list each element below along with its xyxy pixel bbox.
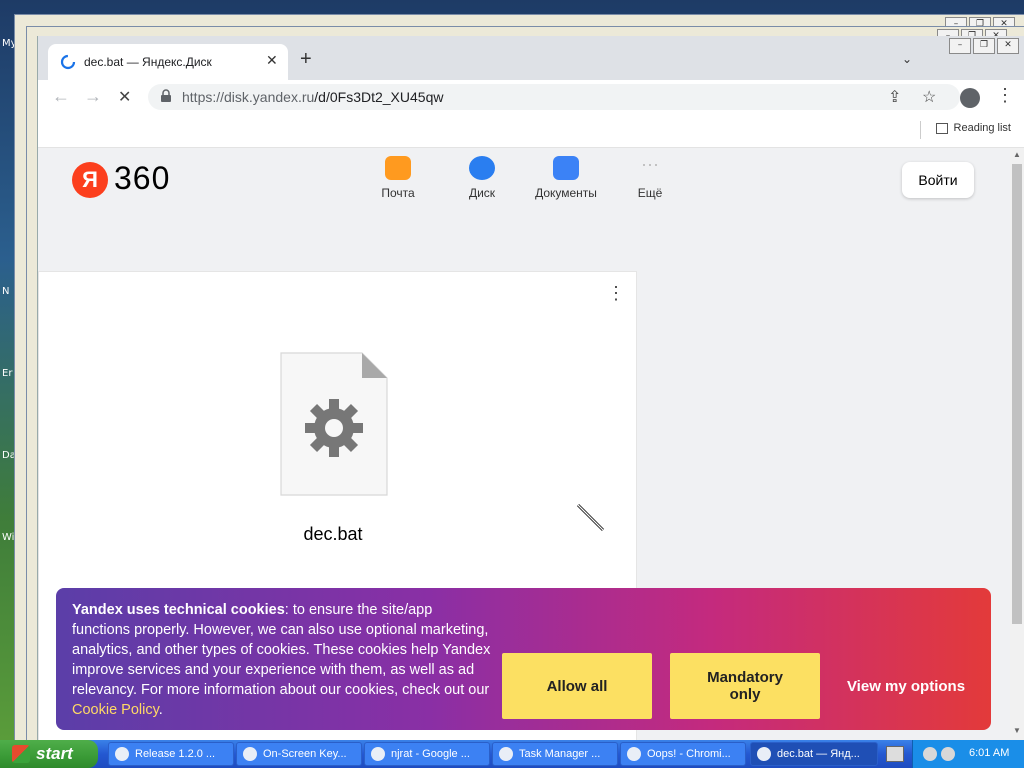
taskbar-item-label: Task Manager ...	[519, 748, 601, 760]
reading-list-button[interactable]: Reading list	[935, 122, 1011, 134]
start-button[interactable]: start	[0, 740, 98, 768]
browser-menu-icon[interactable]: ⋮	[996, 86, 1014, 104]
taskbar-item[interactable]: On-Screen Key...	[236, 742, 362, 766]
loading-spinner-icon	[60, 54, 76, 70]
browser-toolbar: ← → ✕ https://disk.yandex.ru/d/0Fs3Dt2_X…	[38, 80, 1024, 116]
mandatory-only-button[interactable]: Mandatory only	[670, 653, 820, 719]
file-menu-icon[interactable]: ⋮	[607, 284, 625, 302]
taskbar-item-label: On-Screen Key...	[263, 748, 347, 760]
tab-title: dec.bat — Яндекс.Диск	[84, 55, 212, 69]
tab-strip: dec.bat — Яндекс.Диск ✕ + ⌄ – ❐ ✕	[38, 36, 1024, 80]
taskbar-item-label: dec.bat — Янд...	[777, 748, 860, 760]
minimize-button[interactable]: –	[949, 38, 971, 54]
chrome-icon	[757, 747, 771, 761]
reading-list-icon	[935, 122, 948, 134]
allow-all-button[interactable]: Allow all	[502, 653, 652, 719]
taskbar-item-label: Release 1.2.0 ...	[135, 748, 216, 760]
app-icon	[115, 747, 129, 761]
taskbar-item[interactable]: Oops! - Chromi...	[620, 742, 746, 766]
network-icon[interactable]	[923, 747, 937, 761]
bookmark-star-icon[interactable]: ☆	[922, 87, 936, 107]
keyboard-app-icon	[243, 747, 257, 761]
batch-file-icon[interactable]	[280, 352, 388, 496]
url-host: https://disk.yandex.ru	[182, 89, 315, 105]
service-label: Документы	[535, 186, 597, 200]
system-tray: 6:01 AM	[912, 740, 1024, 768]
divider	[920, 121, 921, 139]
chrome-icon	[371, 747, 385, 761]
chrome-icon	[627, 747, 641, 761]
service-mail[interactable]: Почта	[358, 156, 438, 200]
taskbar-item[interactable]: Task Manager ...	[492, 742, 618, 766]
url-text[interactable]: https://disk.yandex.ru/d/0Fs3Dt2_XU45qw	[182, 89, 443, 105]
mail-icon	[385, 156, 411, 180]
share-icon[interactable]: ⇪	[888, 87, 901, 107]
reading-list-label: Reading list	[953, 122, 1011, 134]
desktop-icon-label[interactable]: N	[2, 286, 9, 297]
bookmarks-bar: Reading list	[38, 116, 1024, 148]
cookie-policy-link[interactable]: Cookie Policy	[72, 702, 159, 718]
taskbar: start Release 1.2.0 ... On-Screen Key...…	[0, 740, 1024, 768]
url-path: /d/0Fs3Dt2_XU45qw	[314, 89, 444, 105]
taskbar-item[interactable]: Release 1.2.0 ...	[108, 742, 234, 766]
service-label: Ещё	[637, 186, 663, 200]
yandex-logo-icon[interactable]: Я	[72, 162, 108, 198]
tab-close-icon[interactable]: ✕	[266, 52, 278, 69]
keyboard-icon[interactable]	[886, 746, 904, 762]
cookie-banner: Yandex uses technical cookies: to ensure…	[56, 588, 991, 730]
lock-icon[interactable]	[160, 89, 172, 103]
disk-icon	[469, 156, 495, 180]
yandex360-header: Я 360 Почта Диск Документы ··· Ещё Войти	[38, 148, 1010, 260]
service-label: Почта	[381, 186, 415, 200]
new-tab-button[interactable]: +	[300, 49, 312, 69]
taskbar-item[interactable]: njrat - Google ...	[364, 742, 490, 766]
address-bar[interactable]: https://disk.yandex.ru/d/0Fs3Dt2_XU45qw …	[148, 84, 960, 110]
tab-search-icon[interactable]: ⌄	[902, 52, 912, 66]
cookie-text: Yandex uses technical cookies: to ensure…	[72, 600, 492, 720]
taskbar-item-active[interactable]: dec.bat — Янд...	[750, 742, 878, 766]
maximize-button[interactable]: ❐	[973, 38, 995, 54]
service-docs[interactable]: Документы	[526, 156, 606, 200]
view-options-button[interactable]: View my options	[836, 653, 976, 719]
taskbar-item-label: njrat - Google ...	[391, 748, 470, 760]
stop-loading-icon[interactable]: ✕	[118, 87, 131, 107]
security-icon[interactable]	[941, 747, 955, 761]
desktop-icon-label[interactable]: Er	[2, 368, 12, 379]
clock[interactable]: 6:01 AM	[969, 747, 1009, 759]
docs-icon	[553, 156, 579, 180]
scroll-down-icon[interactable]: ▼	[1013, 726, 1021, 735]
back-icon[interactable]: ←	[52, 86, 70, 106]
windows-logo-icon	[12, 745, 30, 763]
service-more[interactable]: ··· Ещё	[610, 154, 690, 200]
scrollbar-thumb[interactable]	[1012, 164, 1022, 624]
more-icon: ···	[641, 154, 659, 174]
tab-active[interactable]: dec.bat — Яндекс.Диск ✕	[48, 44, 288, 80]
chrome-icon	[499, 747, 513, 761]
taskbar-item-label: Oops! - Chromi...	[647, 748, 731, 760]
service-disk[interactable]: Диск	[442, 156, 522, 200]
start-label: start	[36, 744, 73, 763]
close-button[interactable]: ✕	[997, 38, 1019, 54]
file-name: dec.bat	[303, 524, 363, 544]
page-scrollbar[interactable]: ▲ ▼	[1010, 148, 1024, 740]
resize-cursor-icon	[576, 503, 605, 532]
cookie-heading: Yandex uses technical cookies	[72, 602, 285, 618]
profile-avatar-icon[interactable]	[960, 88, 980, 108]
service-label: Диск	[468, 186, 496, 200]
window-controls: – ❐ ✕	[949, 38, 1019, 54]
cookie-end: .	[158, 702, 163, 718]
scroll-up-icon[interactable]: ▲	[1013, 150, 1021, 159]
login-button[interactable]: Войти	[902, 162, 974, 198]
forward-icon[interactable]: →	[84, 86, 102, 106]
logo-360-text[interactable]: 360	[114, 160, 170, 197]
